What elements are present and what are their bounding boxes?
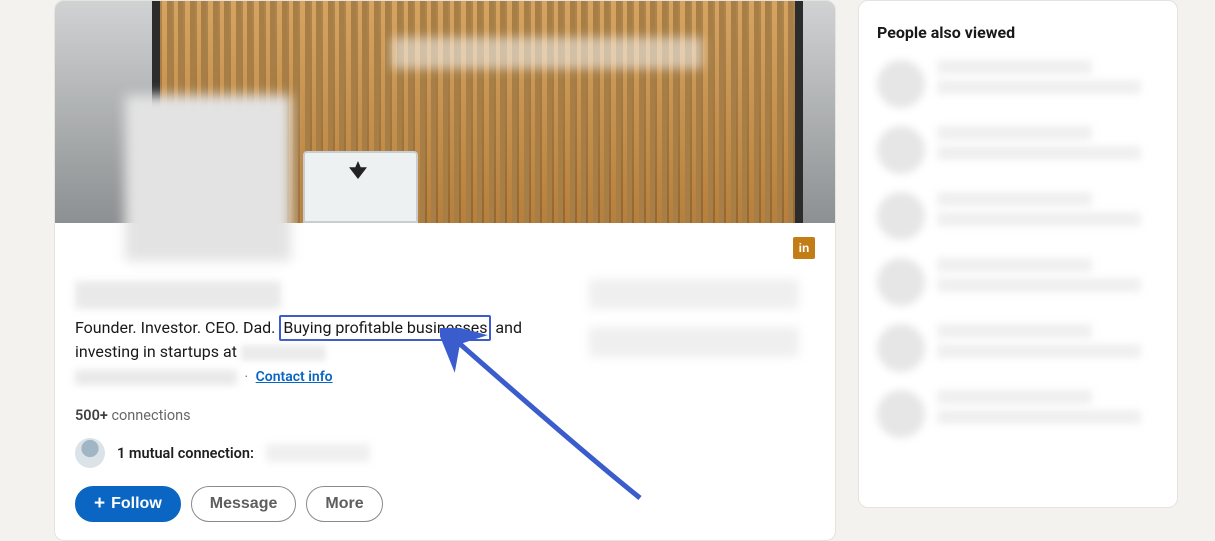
mutual-text: 1 mutual connection: (117, 445, 254, 462)
mutual-connections[interactable]: 1 mutual connection: (75, 438, 815, 468)
redacted (241, 345, 326, 361)
experience-summary[interactable] (589, 279, 799, 357)
avatar-icon (75, 438, 105, 468)
list-item[interactable] (877, 192, 1159, 240)
cover-decor (303, 151, 418, 223)
avatar-icon (877, 126, 925, 174)
avatar-icon (877, 258, 925, 306)
avatar-icon (877, 60, 925, 108)
people-list (877, 60, 1159, 438)
avatar-icon (877, 192, 925, 240)
redacted (937, 258, 1159, 292)
redacted (937, 324, 1159, 358)
connections-count[interactable]: 500+ connections (75, 407, 815, 424)
redacted (937, 60, 1159, 94)
list-item[interactable] (877, 324, 1159, 372)
list-item[interactable] (877, 390, 1159, 438)
location-line: · Contact info (75, 369, 815, 385)
profile-name (75, 281, 281, 309)
list-item[interactable] (877, 258, 1159, 306)
redacted (391, 37, 703, 69)
avatar-icon (877, 324, 925, 372)
page-layout: in Founder. Investor. CEO. Dad. Buying p… (0, 0, 1215, 541)
contact-info-link[interactable]: Contact info (256, 369, 333, 385)
redacted (75, 370, 237, 385)
redacted (937, 192, 1159, 226)
redacted (589, 279, 799, 309)
profile-headline: Founder. Investor. CEO. Dad. Buying prof… (75, 315, 580, 363)
profile-card: in Founder. Investor. CEO. Dad. Buying p… (54, 0, 836, 541)
redacted (589, 327, 799, 357)
connections-label: connections (111, 407, 190, 424)
list-item[interactable] (877, 126, 1159, 174)
connections-number: 500+ (75, 407, 108, 424)
cover-decor (795, 1, 835, 223)
redacted (937, 390, 1159, 424)
profile-details: Founder. Investor. CEO. Dad. Buying prof… (55, 223, 835, 540)
list-item[interactable] (877, 60, 1159, 108)
redacted (266, 444, 370, 462)
headline-highlight: Buying profitable businesses (279, 315, 491, 341)
headline-text: Founder. Investor. CEO. Dad. (75, 318, 275, 337)
separator: · (244, 369, 248, 385)
sidebar-title: People also viewed (877, 23, 1159, 42)
redacted (937, 126, 1159, 160)
follow-label: Follow (111, 495, 162, 513)
people-also-viewed-card: People also viewed (858, 0, 1178, 508)
avatar-icon (877, 390, 925, 438)
